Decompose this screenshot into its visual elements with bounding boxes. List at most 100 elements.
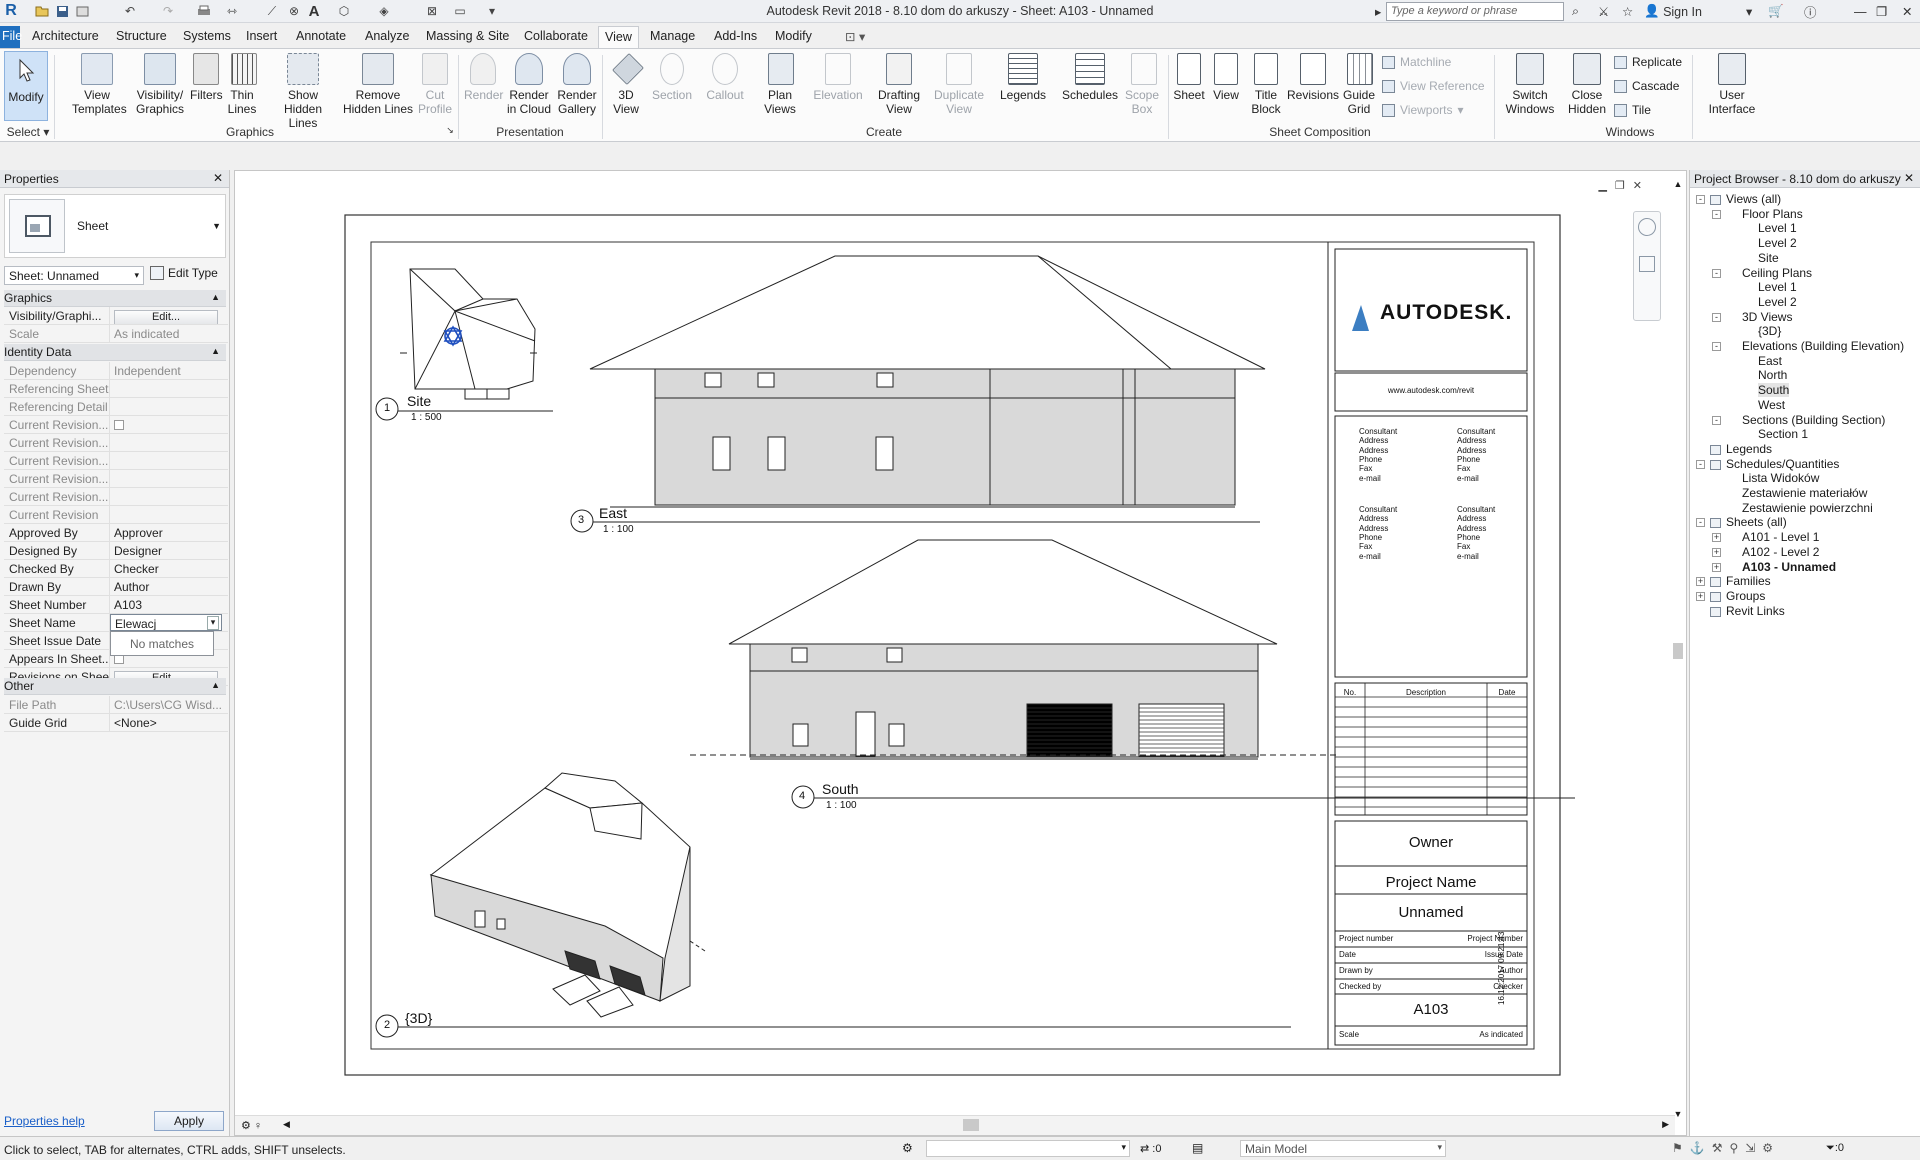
prop-value[interactable]: Designer [110,542,222,559]
redo-icon[interactable]: ↷ [158,2,178,20]
search-input[interactable]: Type a keyword or phrase [1386,2,1564,21]
chevron-down-icon[interactable]: ▾ [207,616,219,630]
close-icon[interactable]: ✕ [1904,171,1914,185]
tile-button[interactable]: Tile [1614,103,1651,117]
close-icon[interactable]: ✕ [213,171,223,185]
section-icon[interactable]: ◈ [374,2,394,20]
browser-item[interactable]: Zestawienie powierzchni [1742,501,1873,515]
workset-icon[interactable]: ⚙ [902,1141,913,1155]
sign-in-button[interactable]: 👤 Sign In [1644,3,1702,20]
restore-button[interactable]: ❐ [1876,3,1887,20]
tab-modify[interactable]: Modify [775,29,812,43]
properties-help-link[interactable]: Properties help [4,1114,85,1128]
expand-arrow-icon[interactable]: ▸ [1375,3,1381,20]
minimize-button[interactable]: — [1854,3,1867,20]
thin-lines-button[interactable]: Thin Lines [226,53,262,116]
prop-row[interactable]: Drawn By Author [4,578,228,596]
prop-value[interactable]: Approver [110,524,222,541]
sync-icon[interactable] [72,2,92,20]
matchline-button[interactable]: Matchline [1382,55,1451,69]
sheet-name-input[interactable]: Elewacj [115,617,156,630]
browser-item[interactable]: Sheets (all) [1726,515,1787,529]
expand-icon[interactable]: + [1712,533,1721,543]
browser-item[interactable]: East [1758,354,1782,368]
browser-item[interactable]: Ceiling Plans [1742,266,1812,280]
prop-row[interactable]: Approved By Approver [4,524,228,542]
graphics-dialog-launcher-icon[interactable]: ↘ [444,125,456,136]
browser-item[interactable]: Floor Plans [1742,207,1803,221]
tab-view[interactable]: View [598,26,639,49]
expand-icon[interactable]: + [1712,562,1721,572]
prop-value[interactable]: Elewacj ▾ [110,614,222,631]
filters-button[interactable]: Filters [190,53,223,102]
prop-value[interactable]: <None> [110,714,222,731]
tab-structure[interactable]: Structure [116,29,167,43]
3d-view-button[interactable]: 3D View [610,53,646,116]
collapse-icon[interactable]: - [1712,342,1721,351]
cascade-button[interactable]: Cascade [1614,79,1679,93]
cut-profile-button[interactable]: Cut Profile [416,53,454,116]
section-graphics[interactable]: Graphics ▲ [4,290,226,307]
prop-row[interactable]: Sheet Number A103 [4,596,228,614]
title-block-button[interactable]: Title Block [1246,53,1286,116]
tab-collaborate[interactable]: Collaborate [524,29,588,43]
browser-item[interactable]: Section 1 [1758,427,1808,441]
type-dropdown-icon[interactable]: ▼ [212,221,221,231]
collapse-icon[interactable]: - [1696,195,1705,204]
drawing-canvas[interactable]: ▁ ❐ ✕ ▲ ▼ ⚙ ♀ ◀ ▶ 1 Site 1: 500 3 East … [234,170,1687,1136]
collapse-icon[interactable]: - [1712,268,1721,278]
browser-item[interactable]: Views (all) [1726,192,1781,206]
undo-icon[interactable]: ↶ [120,2,140,20]
ribbon-display-toggle-icon[interactable]: ⊡ ▾ [845,29,865,44]
favorites-icon[interactable]: ☆ [1622,3,1633,20]
show-hidden-lines-button[interactable]: Show Hidden Lines [268,53,338,130]
tab-insert[interactable]: Insert [246,29,277,43]
callout-button[interactable]: Callout [700,53,750,102]
measure-icon[interactable]: ⇿ [222,2,242,20]
browser-item[interactable]: Legends [1726,442,1772,456]
browser-item[interactable]: Level 2 [1758,295,1797,309]
print-icon[interactable] [194,2,214,20]
tab-file[interactable]: File [0,26,22,48]
section-other[interactable]: Other ▲ [4,678,226,695]
select-dropdown[interactable]: Select ▾ [6,125,50,139]
switch-windows-icon[interactable]: ▭ [450,2,470,20]
browser-item[interactable]: Groups [1726,589,1765,603]
schedules-button[interactable]: Schedules [1060,53,1120,102]
viewports-button[interactable]: Viewports ▾ [1382,103,1464,117]
tab-add-ins[interactable]: Add-Ins [714,29,757,43]
browser-item[interactable]: South [1758,383,1790,398]
expand-icon[interactable]: + [1712,547,1721,557]
tab-analyze[interactable]: Analyze [365,29,409,43]
tab-manage[interactable]: Manage [650,29,695,43]
close-button[interactable]: ✕ [1902,3,1912,20]
filter-count[interactable]: ⏷:0 [1826,1142,1844,1155]
design-option-dropdown[interactable]: Main Model ▾ [1240,1140,1446,1157]
browser-item[interactable]: Elevations (Building Elevation) [1742,339,1904,353]
browser-item[interactable]: Zestawienie materiałów [1742,486,1867,500]
tab-architecture[interactable]: Architecture [32,29,99,43]
close-hidden-button[interactable]: Close Hidden [1562,53,1612,116]
modify-button[interactable]: Modify [4,51,48,121]
cart-icon[interactable]: 🛒 [1768,3,1784,20]
workset-dropdown[interactable]: ▾ [926,1140,1130,1157]
aligned-dimension-icon[interactable]: ⟋ [262,2,282,20]
visibility-edit-button[interactable]: Edit... [114,310,218,324]
prop-row[interactable]: Designed By Designer [4,542,228,560]
browser-item[interactable]: Families [1726,574,1771,588]
section-button[interactable]: Section [650,53,694,102]
type-selector[interactable]: Sheet ▼ [4,194,226,258]
prop-value[interactable]: Checker [110,560,222,577]
help-icon[interactable]: ⓘ [1804,3,1817,20]
apply-button[interactable]: Apply [154,1111,224,1131]
prop-value[interactable]: Author [110,578,222,595]
view-templates-button[interactable]: View Templates [72,53,127,116]
expand-icon[interactable]: + [1696,577,1705,587]
collapse-icon[interactable]: - [1712,415,1721,425]
browser-item[interactable]: Revit Links [1726,604,1785,618]
binoculars-icon[interactable]: ⌕ [1572,3,1579,20]
edit-type-button[interactable]: Edit Type [150,266,218,280]
elevation-button[interactable]: Elevation [810,53,866,102]
3d-view-icon[interactable]: ⬡ [334,2,354,20]
collapse-icon[interactable]: - [1696,459,1705,469]
